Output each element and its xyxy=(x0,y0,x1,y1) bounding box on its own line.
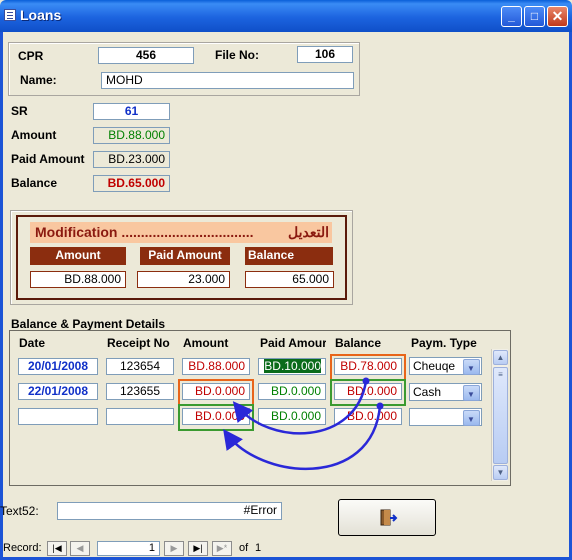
new-record-icon[interactable]: ▶* xyxy=(212,541,232,556)
arrow-start-dot-2 xyxy=(376,402,384,410)
arrow-start-dot-1 xyxy=(362,377,370,385)
of-label: of xyxy=(239,542,249,554)
last-record-icon[interactable]: ▶| xyxy=(188,541,208,556)
previous-record-icon[interactable]: ◀ xyxy=(70,541,90,556)
exit-door-icon xyxy=(380,509,398,526)
text52-field[interactable]: #Error xyxy=(57,502,282,520)
annotation-arrows xyxy=(223,377,384,470)
record-number-field[interactable]: 1 xyxy=(97,541,160,556)
record-label: Record: xyxy=(3,542,42,554)
total-records: 1 xyxy=(255,542,262,554)
arrow-balance-to-amount-row3 xyxy=(223,405,382,470)
exit-button[interactable] xyxy=(338,499,436,536)
first-record-icon[interactable]: |◀ xyxy=(47,541,67,556)
arrow-balance-to-amount-row2 xyxy=(232,380,368,435)
text52-label: Text52: xyxy=(0,504,39,518)
next-record-icon[interactable]: ▶ xyxy=(164,541,184,556)
